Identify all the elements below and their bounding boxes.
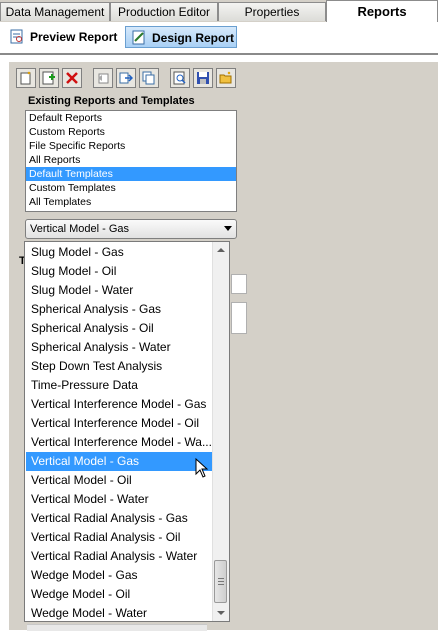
mouse-cursor-icon — [195, 458, 209, 478]
list-item-selected[interactable]: Default Templates — [26, 167, 236, 181]
export-button[interactable] — [116, 68, 136, 88]
save-icon — [197, 72, 209, 84]
existing-reports-list[interactable]: Default Reports Custom Reports File Spec… — [25, 110, 237, 212]
grip-line — [218, 584, 224, 585]
undo-button[interactable] — [93, 68, 113, 88]
arrow-down-icon — [217, 611, 225, 615]
dropdown-option[interactable]: Vertical Interference Model - Oil — [26, 414, 213, 433]
dropdown-option[interactable]: Slug Model - Oil — [26, 262, 213, 281]
preview-button[interactable] — [170, 68, 190, 88]
add-icon — [42, 71, 55, 85]
tab-design-report[interactable]: Design Report — [125, 26, 237, 48]
copy-button[interactable] — [139, 68, 159, 88]
dropdown-option[interactable]: Vertical Model - Oil — [26, 471, 213, 490]
tab-properties[interactable]: Properties — [218, 2, 326, 21]
dropdown-option[interactable]: Vertical Interference Model - Wa... — [26, 433, 213, 452]
open-folder-button[interactable] — [216, 68, 236, 88]
dropdown-option[interactable]: Spherical Analysis - Oil — [26, 319, 213, 338]
dropdown-option[interactable]: Wedge Model - Water — [26, 604, 213, 621]
grip-line — [218, 578, 224, 579]
dropdown-option[interactable]: Vertical Interference Model - Gas — [26, 395, 213, 414]
list-item[interactable]: Default Reports — [26, 111, 236, 125]
design-report-label: Design Report — [152, 31, 235, 45]
dropdown-option[interactable]: Wedge Model - Gas — [26, 566, 213, 585]
dropdown-option[interactable]: Vertical Radial Analysis - Gas — [26, 509, 213, 528]
template-dropdown-list[interactable]: Slug Model - Gas Slug Model - Oil Slug M… — [24, 241, 230, 622]
divider — [0, 53, 438, 55]
new-report-button[interactable] — [16, 68, 36, 88]
chevron-down-icon[interactable] — [224, 226, 232, 231]
dropdown-scrollbar[interactable] — [212, 242, 229, 621]
background-field — [231, 302, 247, 334]
template-select[interactable]: Vertical Model - Gas — [25, 219, 237, 239]
delete-icon — [66, 72, 78, 84]
template-select-value: Vertical Model - Gas — [30, 223, 130, 235]
list-item[interactable]: Custom Templates — [26, 181, 236, 195]
dropdown-option[interactable]: Time-Pressure Data — [26, 376, 213, 395]
dropdown-option[interactable]: Vertical Radial Analysis - Water — [26, 547, 213, 566]
dropdown-option[interactable]: Spherical Analysis - Water — [26, 338, 213, 357]
tab-data-management[interactable]: Data Management — [0, 2, 110, 21]
delete-button[interactable] — [62, 68, 82, 88]
list-item[interactable]: All Templates — [26, 195, 236, 209]
grip-line — [218, 581, 224, 582]
open-folder-icon — [219, 71, 232, 84]
dropdown-option[interactable]: Wedge Model - Oil — [26, 585, 213, 604]
dropdown-option[interactable]: Spherical Analysis - Gas — [26, 300, 213, 319]
undo-icon — [98, 73, 109, 84]
report-mode-bar: Preview Report Design Report — [0, 22, 438, 52]
arrow-up-icon — [217, 248, 225, 252]
new-report-icon — [20, 71, 31, 85]
scroll-down-button[interactable] — [213, 605, 229, 621]
scrollbar-thumb[interactable] — [214, 560, 227, 603]
background-field — [231, 274, 247, 294]
dropdown-option[interactable]: Vertical Model - Water — [26, 490, 213, 509]
list-item[interactable]: File Specific Reports — [26, 139, 236, 153]
design-report-icon — [132, 30, 145, 45]
export-icon — [119, 72, 133, 84]
list-item[interactable]: All Reports — [26, 153, 236, 167]
tab-production-editor[interactable]: Production Editor — [110, 2, 218, 21]
preview-icon — [173, 71, 186, 85]
list-item[interactable]: Custom Reports — [26, 125, 236, 139]
add-button[interactable] — [39, 68, 59, 88]
dropdown-option[interactable]: Vertical Radial Analysis - Oil — [26, 528, 213, 547]
copy-icon — [142, 71, 155, 85]
save-button[interactable] — [193, 68, 213, 88]
main-tab-bar: Data Management Production Editor Proper… — [0, 0, 438, 23]
preview-report-icon — [10, 29, 23, 44]
dropdown-option[interactable]: Step Down Test Analysis — [26, 357, 213, 376]
scroll-up-button[interactable] — [213, 242, 229, 258]
tab-reports[interactable]: Reports — [326, 0, 438, 22]
existing-reports-heading: Existing Reports and Templates — [28, 95, 195, 107]
preview-report-label: Preview Report — [30, 30, 118, 44]
dropdown-option[interactable]: Slug Model - Water — [26, 281, 213, 300]
dropdown-option-highlighted[interactable]: Vertical Model - Gas — [26, 452, 213, 471]
dropdown-option[interactable]: Slug Model - Gas — [26, 243, 213, 262]
tab-preview-report[interactable]: Preview Report — [4, 26, 122, 48]
